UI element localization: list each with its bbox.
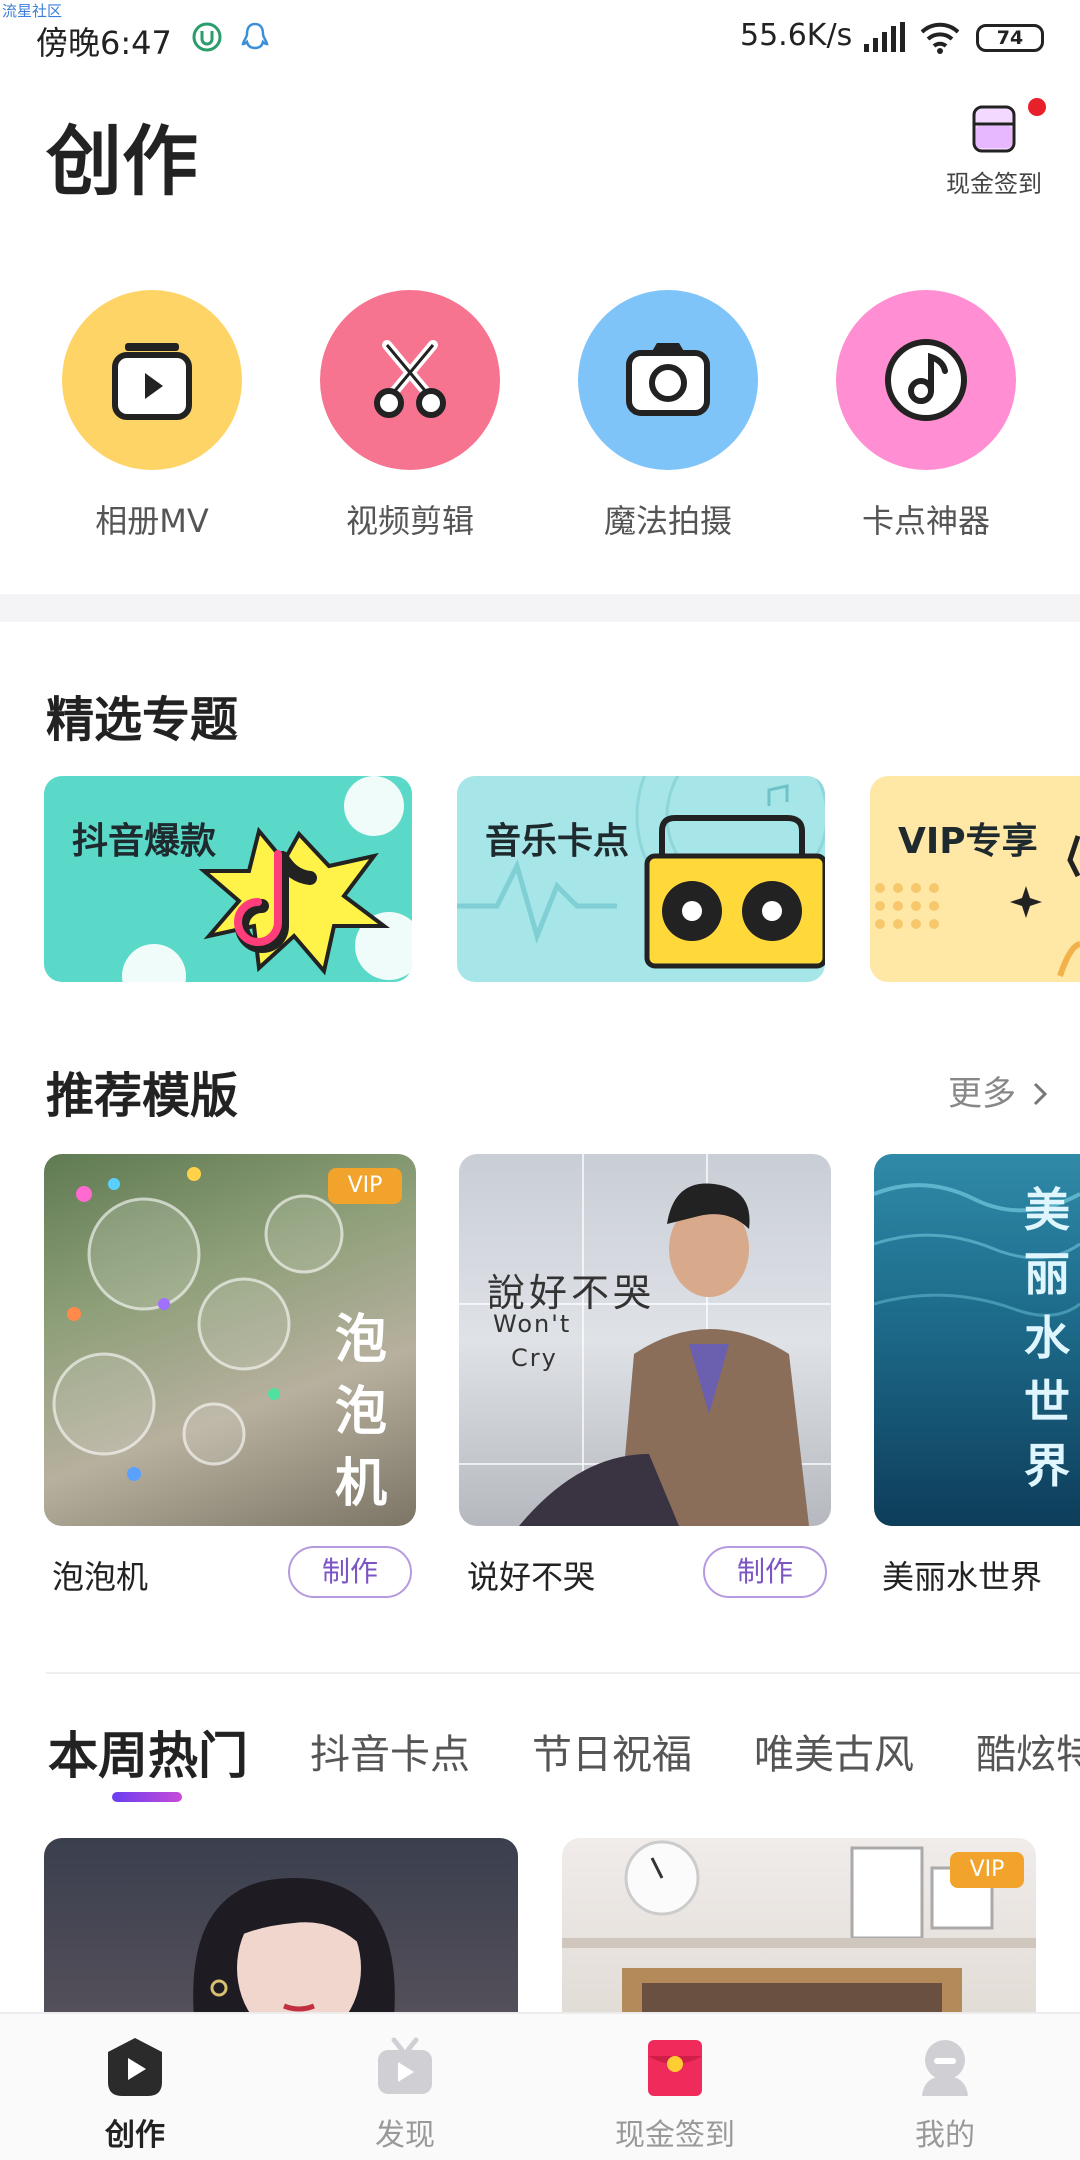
- chevron-right-icon: [1033, 1082, 1047, 1106]
- red-envelope-icon: [648, 2040, 702, 2096]
- vip-badge: VIP: [328, 1168, 402, 1204]
- make-button[interactable]: 制作: [703, 1546, 827, 1598]
- nav-create[interactable]: 创作: [0, 2014, 270, 2160]
- featured-title: 精选专题: [46, 692, 239, 748]
- tool-label: 卡点神器: [861, 502, 990, 540]
- camera-icon: [626, 343, 710, 416]
- template-thumbnail[interactable]: 美丽水世界: [874, 1154, 1080, 1526]
- checkin-label: 现金签到: [946, 170, 1042, 198]
- tab-holiday-greetings[interactable]: 节日祝福: [532, 1722, 692, 1780]
- nav-label: 我的: [915, 2118, 975, 2153]
- tool-circle: [62, 290, 242, 470]
- section-divider-line: [46, 1672, 1080, 1674]
- more-link[interactable]: 更多: [948, 1066, 1049, 1115]
- portrait-illustration: [459, 1154, 831, 1526]
- nav-cash-checkin[interactable]: 现金签到: [540, 2014, 810, 2160]
- template-overlay-title: 說好不哭: [487, 1271, 656, 1315]
- topic-card-music-beat[interactable]: 音乐卡点: [457, 776, 825, 982]
- make-button[interactable]: 制作: [288, 1546, 412, 1598]
- status-bar: 流星社区 傍晚6:47 55.6K/s 74: [0, 0, 1080, 76]
- template-thumbnail[interactable]: 泡泡机 VIP: [44, 1154, 416, 1526]
- status-time: 傍晚6:47: [36, 24, 172, 62]
- signal-icon: [864, 22, 905, 52]
- nav-profile[interactable]: 我的: [810, 2014, 1080, 2160]
- tv-icon: [378, 2037, 432, 2094]
- boombox-illustration: [457, 776, 825, 969]
- template-overlay-subtitle-1: Won't: [493, 1310, 572, 1338]
- active-tab-indicator: [112, 1792, 182, 1802]
- tool-circle: [836, 290, 1016, 470]
- template-name: 美丽水世界: [882, 1558, 1043, 1596]
- topic-label: VIP专享: [898, 821, 1038, 862]
- hot-card[interactable]: VIP: [562, 1838, 1036, 2018]
- template-overlay-subtitle-2: Cry: [511, 1344, 558, 1372]
- gift-box-icon: [972, 105, 1016, 153]
- douyin-burst-illustration: [122, 776, 412, 982]
- topic-card-vip[interactable]: VIP专享: [870, 776, 1080, 982]
- tab-weekly-hot[interactable]: 本周热门: [48, 1716, 248, 1788]
- vip-illustration: [875, 835, 1080, 977]
- tool-circle: [578, 290, 758, 470]
- tab-cool[interactable]: 酷炫特: [976, 1722, 1080, 1780]
- topic-label: 音乐卡点: [485, 821, 630, 862]
- album-play-icon: [112, 343, 192, 420]
- notification-dot: [1028, 98, 1046, 116]
- tool-label: 视频剪辑: [345, 502, 474, 540]
- music-disc-icon: [885, 339, 967, 421]
- hot-card[interactable]: [44, 1838, 518, 2018]
- section-divider: [0, 594, 1080, 622]
- tool-label: 相册MV: [95, 502, 209, 540]
- more-label: 更多: [948, 1074, 1016, 1114]
- topic-label: 抖音爆款: [72, 821, 217, 862]
- tool-magic-shoot[interactable]: 魔法拍摄: [558, 290, 778, 550]
- vip-badge: VIP: [950, 1852, 1024, 1888]
- recommended-title: 推荐模版: [46, 1068, 239, 1124]
- portrait-thumbnail: [193, 1878, 395, 2018]
- page-title: 创作: [46, 117, 198, 206]
- net-speed: 55.6K/s: [740, 18, 853, 53]
- tool-beat-sync[interactable]: 卡点神器: [816, 290, 1036, 550]
- tool-label: 魔法拍摄: [603, 502, 732, 540]
- profile-icon: [922, 2040, 968, 2096]
- nav-label: 创作: [105, 2118, 165, 2153]
- app-notification-icon: [192, 22, 222, 52]
- template-overlay-text: 美丽水世界: [1024, 1183, 1070, 1493]
- bottom-nav: 创作 发现 现金签到 我的: [0, 2012, 1080, 2160]
- tool-circle: [320, 290, 500, 470]
- nav-label: 发现: [375, 2118, 435, 2153]
- nav-discover[interactable]: 发现: [270, 2014, 540, 2160]
- template-name: 说好不哭: [467, 1558, 596, 1596]
- scissors-icon: [374, 340, 446, 418]
- battery-indicator: 74: [976, 24, 1044, 52]
- wifi-icon: [920, 22, 960, 54]
- tab-douyin-beat[interactable]: 抖音卡点: [310, 1722, 470, 1780]
- qq-icon: [241, 22, 269, 50]
- tool-album-mv[interactable]: 相册MV: [42, 290, 262, 550]
- topic-card-douyin[interactable]: 抖音爆款: [44, 776, 412, 982]
- cash-checkin-button[interactable]: 现金签到: [934, 98, 1054, 198]
- template-name: 泡泡机: [52, 1558, 149, 1596]
- nav-label: 现金签到: [615, 2118, 735, 2153]
- template-thumbnail[interactable]: 說好不哭 Won't Cry: [459, 1154, 831, 1526]
- create-icon: [108, 2038, 162, 2096]
- tab-ancient-style[interactable]: 唯美古风: [754, 1722, 914, 1780]
- tool-video-edit[interactable]: 视频剪辑: [300, 290, 520, 550]
- template-overlay-text: 泡泡机: [334, 1310, 387, 1514]
